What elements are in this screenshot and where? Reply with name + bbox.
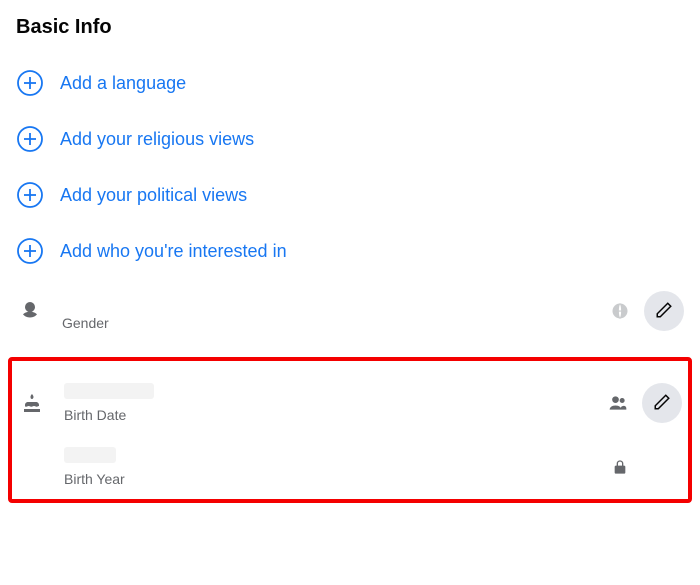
spacer-icon — [18, 466, 46, 468]
birth-year-row: Birth Year — [18, 435, 682, 493]
add-political-views-label: Add your political views — [60, 185, 247, 206]
pencil-icon — [655, 301, 673, 322]
add-religious-views-label: Add your religious views — [60, 129, 254, 150]
birth-date-value — [64, 383, 608, 401]
globe-icon[interactable] — [610, 301, 630, 321]
add-language-row[interactable]: Add a language — [16, 55, 684, 111]
friends-icon[interactable] — [608, 393, 628, 413]
birth-date-label: Birth Date — [64, 407, 608, 423]
gender-value — [62, 291, 610, 309]
add-interested-in-label: Add who you're interested in — [60, 241, 287, 262]
plus-circle-icon — [16, 125, 44, 153]
plus-circle-icon — [16, 237, 44, 265]
birth-date-row: Birth Date — [18, 371, 682, 435]
highlight-annotation: Birth Date Birth Year — [8, 357, 692, 503]
gender-label: Gender — [62, 315, 610, 331]
birth-year-value — [64, 447, 610, 465]
add-interested-in-row[interactable]: Add who you're interested in — [16, 223, 684, 279]
edit-gender-button[interactable] — [644, 291, 684, 331]
add-political-views-row[interactable]: Add your political views — [16, 167, 684, 223]
lock-icon[interactable] — [610, 457, 630, 477]
section-title: Basic Info — [16, 16, 684, 39]
gender-icon — [16, 298, 44, 324]
plus-circle-icon — [16, 181, 44, 209]
birthday-cake-icon — [18, 390, 46, 416]
add-religious-views-row[interactable]: Add your religious views — [16, 111, 684, 167]
pencil-icon — [653, 393, 671, 414]
plus-circle-icon — [16, 69, 44, 97]
add-language-label: Add a language — [60, 73, 186, 94]
edit-birth-date-button[interactable] — [642, 383, 682, 423]
birth-year-label: Birth Year — [64, 471, 610, 487]
gender-row: Gender — [16, 279, 684, 343]
